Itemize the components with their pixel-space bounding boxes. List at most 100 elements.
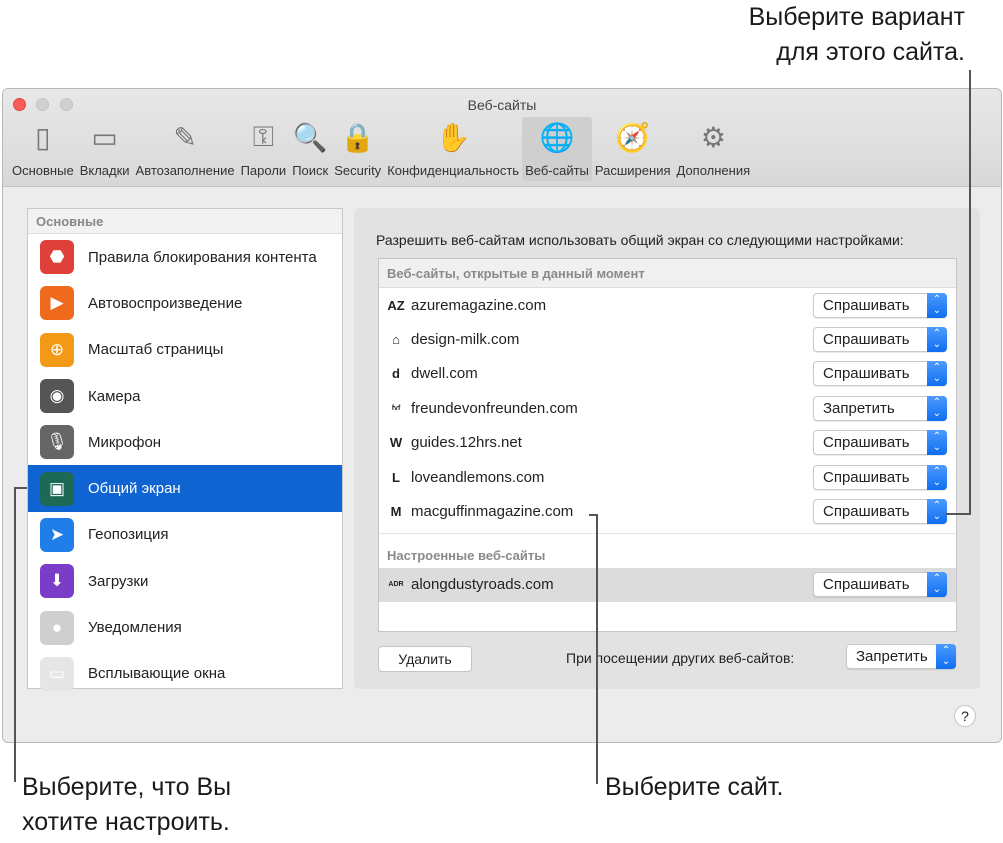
popup-value: Спрашивать: [823, 503, 910, 521]
site-name: dwell.com: [411, 365, 478, 383]
favicon-icon: W: [389, 435, 403, 451]
globe-icon: 🌐: [539, 121, 575, 153]
popup-value: Спрашивать: [823, 365, 910, 383]
key-icon: ⚿: [252, 120, 275, 152]
magnifier-icon: 🔍: [292, 121, 328, 153]
tab-label: Security: [334, 163, 382, 178]
website-row[interactable]: Mmacguffinmagazine.com Спрашивать ⌃ ⌄: [379, 494, 956, 528]
chevron-updown-icon: ⌃ ⌄: [927, 499, 947, 525]
other-sites-label: При посещении других веб-сайтов:: [566, 650, 795, 666]
favicon-icon: ADR: [388, 581, 404, 589]
tab-label: Поиск: [292, 163, 329, 178]
permission-popup[interactable]: Спрашивать ⌃ ⌄: [813, 499, 947, 525]
tab-hand[interactable]: ✋ Конфиденциальность: [384, 117, 522, 181]
website-row[interactable]: ⌂ design-milk.com Спрашивать ⌃ ⌄: [379, 322, 956, 356]
tab-key[interactable]: ⚿ Пароли: [238, 117, 290, 181]
help-button[interactable]: ?: [954, 705, 976, 727]
callout-choose-site: Выберите сайт.: [605, 773, 784, 801]
sidebar-item[interactable]: ⬣ Правила блокирования контента: [28, 234, 342, 280]
sidebar-item-label: Общий экран: [88, 480, 181, 498]
popup-value: Спрашивать: [823, 296, 910, 314]
popup-value: Спрашивать: [823, 434, 910, 452]
popup-window-icon: ▭: [40, 656, 74, 691]
popup-value: Запретить: [856, 648, 928, 665]
lock-icon: 🔒: [340, 121, 376, 153]
favicon-icon: L: [392, 469, 400, 485]
chevron-updown-icon: ⌃ ⌄: [927, 327, 947, 353]
popup-value: Спрашивать: [823, 331, 910, 349]
popup-value: Спрашивать: [823, 468, 910, 486]
favicon-icon: M: [390, 504, 402, 520]
hand-icon: ✋: [435, 121, 471, 153]
other-sites-popup[interactable]: Запретить ⌃ ⌄: [846, 644, 956, 669]
website-row[interactable]: ADR alongdustyroads.com Спрашивать ⌃ ⌄: [379, 567, 956, 602]
sidebar-item-label: Масштаб страницы: [88, 341, 224, 359]
permission-popup[interactable]: Спрашивать ⌃ ⌄: [813, 361, 947, 387]
sidebar-item[interactable]: ⬇ Загрузки: [28, 558, 342, 604]
website-row[interactable]: Wguides.12hrs.net Спрашивать ⌃ ⌄: [379, 426, 956, 460]
chevron-updown-icon: ⌃ ⌄: [927, 292, 947, 318]
sidebar-item-label: Уведомления: [88, 619, 182, 637]
tab-switch[interactable]: ▯ Основные: [9, 117, 77, 181]
permission-popup[interactable]: Спрашивать ⌃ ⌄: [813, 327, 947, 353]
permission-popup[interactable]: Спрашивать ⌃ ⌄: [813, 572, 947, 598]
sidebar-item-label: Правила блокирования контента: [88, 248, 317, 266]
site-name: guides.12hrs.net: [411, 434, 522, 452]
tab-pencil[interactable]: ✎ Автозаполнение: [133, 117, 238, 181]
favicon-icon: ⌂: [392, 332, 400, 348]
popup-value: Спрашивать: [823, 576, 910, 594]
sidebar-item-label: Камера: [88, 387, 141, 405]
website-row[interactable]: fvf freundevonfreunden.com Запретить ⌃ ⌄: [379, 391, 956, 425]
permission-popup[interactable]: Спрашивать ⌃ ⌄: [813, 464, 947, 490]
website-row[interactable]: Lloveandlemons.com Спрашивать ⌃ ⌄: [379, 460, 956, 494]
favicon-icon: d: [392, 366, 400, 382]
sidebar-item-label: Загрузки: [88, 572, 149, 590]
chevron-updown-icon: ⌃ ⌄: [927, 430, 947, 456]
site-name: loveandlemons.com: [411, 468, 545, 486]
tab-globe[interactable]: 🌐 Веб-сайты: [522, 117, 592, 181]
callout-line: [946, 513, 970, 515]
websites-table: Веб-сайты, открытые в данный момент AZ az…: [378, 258, 957, 632]
tab-magnifier[interactable]: 🔍 Поиск: [289, 117, 331, 181]
sidebar-item-label: Микрофон: [88, 433, 162, 451]
sidebar: Основные ⬣ Правила блокирования контента ▶…: [27, 208, 343, 691]
favicon-icon: fvf: [391, 404, 401, 412]
tab-puzzle-compass[interactable]: 🧭 Расширения: [592, 117, 674, 181]
tab-label: Основные: [12, 163, 74, 178]
download-icon: ⬇: [40, 564, 74, 599]
website-row[interactable]: d dwell.com Спрашивать ⌃ ⌄: [379, 357, 956, 391]
site-name: freundevonfreunden.com: [411, 399, 578, 417]
permission-popup[interactable]: Спрашивать ⌃ ⌄: [813, 430, 947, 456]
sidebar-item[interactable]: ◉ Камера: [28, 373, 342, 419]
sidebar-item[interactable]: ▣ Общий экран: [28, 465, 342, 512]
sidebar-item[interactable]: ➤ Геопозиция: [28, 512, 342, 558]
microphone-icon: 🎙: [40, 425, 74, 460]
sidebar-item[interactable]: ▶ Автовоспроизведение: [28, 280, 342, 326]
sidebar-item[interactable]: 🎙 Микрофон: [28, 419, 342, 465]
sidebar-item[interactable]: ● Уведомления: [28, 604, 342, 650]
tab-label: Расширения: [594, 163, 671, 178]
current-sites-header: Веб-сайты, открытые в данный момент: [379, 259, 956, 288]
zoom-icon: ⊕: [40, 332, 74, 367]
callout-text: для этого сайта.: [776, 38, 965, 66]
sidebar-header: Основные: [28, 209, 342, 234]
remove-button[interactable]: Удалить: [378, 646, 472, 672]
tab-gear[interactable]: ⚙ Дополнения: [674, 117, 754, 181]
camera-icon: ◉: [40, 379, 74, 414]
tab-lock[interactable]: 🔒 Security: [331, 117, 384, 181]
tab-label: Дополнения: [676, 163, 751, 178]
toolbar: Веб-сайты ▯ Основные ▭ Вкладки ✎ Автозаполнен…: [3, 89, 1001, 187]
website-row[interactable]: AZ azuremagazine.com Спрашивать ⌃ ⌄: [379, 288, 956, 322]
popup-value: Запретить: [823, 399, 895, 417]
sidebar-item[interactable]: ⊕ Масштаб страницы: [28, 327, 342, 373]
tab-label: Вкладки: [79, 163, 130, 178]
sidebar-item[interactable]: ▭ Всплывающие окна: [28, 651, 342, 697]
pencil-icon: ✎: [173, 121, 197, 153]
tab-tabs[interactable]: ▭ Вкладки: [77, 117, 133, 181]
sidebar-item-label: Всплывающие окна: [88, 665, 226, 683]
permission-popup[interactable]: Запретить ⌃ ⌄: [813, 395, 947, 421]
permission-popup[interactable]: Спрашивать ⌃ ⌄: [813, 292, 947, 318]
window-title: Веб-сайты: [467, 97, 537, 113]
tabs-icon: ▭: [91, 121, 118, 153]
callout-line: [596, 514, 598, 784]
